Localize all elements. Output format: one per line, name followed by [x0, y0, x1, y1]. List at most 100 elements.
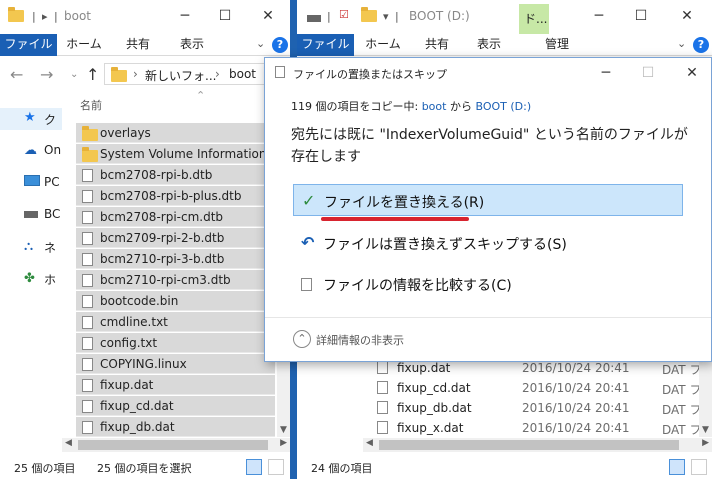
navigation-pane: ★ ク ☁ On PC BC ⛬ ネ ✤ ホ: [0, 92, 62, 455]
file-date: 2016/10/24 20:41: [522, 381, 630, 395]
scroll-thumb[interactable]: [78, 440, 268, 450]
file-type: DAT フ: [662, 403, 702, 417]
left-horizontal-scrollbar[interactable]: ◀ ▶: [62, 438, 290, 452]
drive-tools-context-tab[interactable]: ド...: [519, 4, 549, 34]
tab-manage[interactable]: 管理: [535, 34, 579, 56]
maximize-button[interactable]: ☐: [205, 0, 245, 34]
file-list-item[interactable]: fixup_cd.dat 2016/10/24 20:41 DAT フ: [377, 378, 707, 398]
forward-arrow-icon[interactable]: →: [40, 65, 53, 84]
address-bar[interactable]: › 新しいフォ... › boot: [104, 63, 288, 85]
scroll-down-arrow[interactable]: ▼: [699, 425, 712, 435]
undo-arrow-icon: ↶: [301, 233, 315, 252]
right-horizontal-scrollbar[interactable]: ◀ ▶: [363, 438, 712, 452]
nav-quick-access[interactable]: ★ ク: [0, 108, 62, 130]
pin-icon[interactable]: ▸: [42, 10, 48, 23]
tab-view[interactable]: 表示: [172, 34, 212, 56]
minimize-button[interactable]: ─: [165, 0, 205, 34]
back-arrow-icon[interactable]: ←: [10, 65, 23, 84]
recent-locations-icon[interactable]: ⌄: [70, 69, 78, 80]
chevron-up-icon[interactable]: ⌃: [293, 330, 311, 348]
replace-or-skip-dialog: ファイルの置換またはスキップ ─ ☐ ✕ 119 個の項目をコピー中: boot…: [264, 57, 712, 362]
scroll-thumb[interactable]: [379, 440, 679, 450]
file-list-item[interactable]: fixup_cd.dat: [76, 396, 275, 416]
file-list-item[interactable]: bcm2708-rpi-b.dtb: [76, 165, 275, 185]
chevron-down-icon[interactable]: ⌄: [677, 37, 686, 50]
highlight-underline: [321, 217, 469, 221]
file-list-item[interactable]: System Volume Information: [76, 144, 275, 164]
tab-view[interactable]: 表示: [469, 34, 509, 56]
close-button[interactable]: ✕: [667, 0, 707, 34]
right-vertical-scrollbar[interactable]: ▼: [699, 362, 712, 437]
large-icons-view-button[interactable]: [268, 459, 284, 475]
scroll-right-arrow[interactable]: ▶: [280, 438, 287, 448]
file-name: fixup_cd.dat: [397, 381, 471, 395]
file-list-item[interactable]: bootcode.bin: [76, 291, 275, 311]
file-list-item[interactable]: bcm2709-rpi-2-b.dtb: [76, 228, 275, 248]
folder-icon[interactable]: [361, 7, 377, 22]
tab-share[interactable]: 共有: [118, 34, 158, 56]
file-list-item[interactable]: fixup_db.dat 2016/10/24 20:41 DAT フ: [377, 398, 707, 418]
nav-boot-drive[interactable]: BC: [0, 204, 62, 226]
tab-file[interactable]: ファイル: [297, 34, 354, 56]
file-list-item[interactable]: bcm2708-rpi-cm.dtb: [76, 207, 275, 227]
file-list-item[interactable]: bcm2710-rpi-cm3.dtb: [76, 270, 275, 290]
minimize-button[interactable]: ─: [589, 62, 623, 86]
chevron-down-icon[interactable]: ▾: [383, 10, 389, 23]
column-header-name[interactable]: 名前 ⌃: [76, 89, 275, 116]
nav-onedrive[interactable]: ☁ On: [0, 140, 62, 162]
file-list-item[interactable]: cmdline.txt: [76, 312, 275, 332]
file-list-item[interactable]: bcm2710-rpi-3-b.dtb: [76, 249, 275, 269]
file-list-item[interactable]: fixup.dat: [76, 375, 275, 395]
compare-files-option[interactable]: ファイルの情報を比較する(C): [293, 268, 683, 300]
nav-homegroup[interactable]: ✤ ホ: [0, 268, 62, 290]
file-icon: [82, 337, 93, 352]
file-list-item[interactable]: COPYING.linux: [76, 354, 275, 374]
help-button[interactable]: ?: [693, 37, 709, 53]
breadcrumb-separator: ›: [215, 67, 220, 81]
file-list-item[interactable]: bcm2708-rpi-b-plus.dtb: [76, 186, 275, 206]
details-toggle[interactable]: 詳細情報の非表示: [316, 332, 404, 348]
minimize-button[interactable]: ─: [579, 0, 619, 34]
file-list-item[interactable]: config.txt: [76, 333, 275, 353]
file-icon: [82, 316, 93, 331]
details-view-button[interactable]: [669, 459, 685, 475]
replace-file-option[interactable]: ✓ ファイルを置き換える(R): [293, 184, 683, 216]
file-name: cmdline.txt: [100, 315, 168, 329]
source-link[interactable]: boot: [422, 100, 447, 113]
file-list-item[interactable]: overlays: [76, 123, 275, 143]
scroll-right-arrow[interactable]: ▶: [702, 438, 709, 448]
maximize-button[interactable]: ☐: [621, 0, 661, 34]
nav-network[interactable]: ⛬ ネ: [0, 236, 62, 258]
destination-link[interactable]: BOOT (D:): [475, 100, 531, 113]
tab-share[interactable]: 共有: [417, 34, 457, 56]
window-title: BOOT (D:): [409, 9, 470, 23]
properties-icon[interactable]: ☑: [339, 8, 349, 21]
file-icon: [82, 169, 93, 184]
up-arrow-icon[interactable]: ↑: [86, 65, 99, 84]
drive-icon: [307, 12, 321, 25]
breadcrumb-item[interactable]: boot: [229, 67, 256, 81]
details-view-button[interactable]: [246, 459, 262, 475]
large-icons-view-button[interactable]: [691, 459, 707, 475]
breadcrumb-item[interactable]: 新しいフォ...: [145, 67, 216, 84]
tab-home[interactable]: ホーム: [64, 34, 104, 56]
tab-file[interactable]: ファイル: [0, 34, 57, 56]
chevron-down-icon[interactable]: ⌄: [256, 37, 265, 50]
scroll-down-arrow[interactable]: ▼: [277, 425, 290, 435]
tab-home[interactable]: ホーム: [361, 34, 405, 56]
scroll-left-arrow[interactable]: ◀: [65, 438, 72, 448]
dialog-footer: ⌃ 詳細情報の非表示: [265, 317, 711, 361]
file-name: bcm2710-rpi-3-b.dtb: [100, 252, 225, 266]
close-button[interactable]: ✕: [248, 0, 288, 34]
copy-summary: 119 個の項目をコピー中: boot から BOOT (D:): [291, 100, 532, 113]
quick-access-divider: |: [32, 10, 36, 23]
close-button[interactable]: ✕: [675, 62, 709, 86]
nav-pc[interactable]: PC: [0, 172, 62, 194]
file-list-item[interactable]: fixup_db.dat: [76, 417, 275, 437]
help-button[interactable]: ?: [272, 37, 288, 53]
conflict-message: 宛先には既に "IndexerVolumeGuid" という名前のファイルが存在…: [291, 127, 688, 165]
drive-icon: [24, 207, 40, 221]
scroll-left-arrow[interactable]: ◀: [366, 438, 373, 448]
file-list-item[interactable]: fixup_x.dat 2016/10/24 20:41 DAT フ: [377, 418, 707, 438]
skip-file-option[interactable]: ↶ ファイルは置き換えずスキップする(S): [293, 227, 683, 259]
